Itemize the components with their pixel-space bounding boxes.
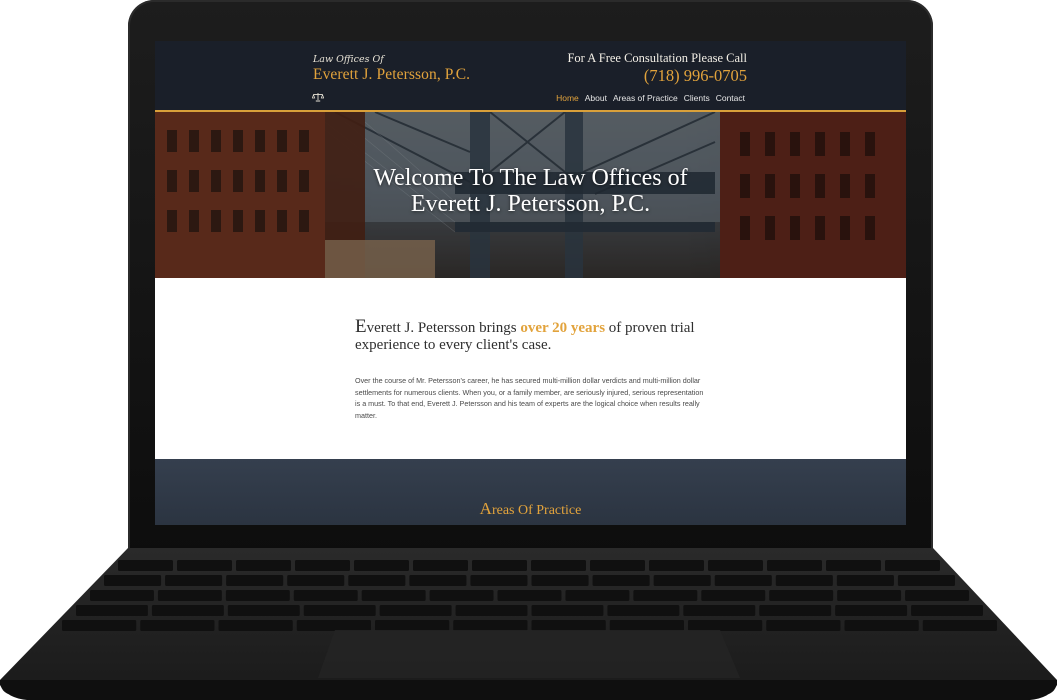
keyboard-key: [844, 620, 919, 631]
phone-number-link[interactable]: (718) 996-0705: [644, 66, 747, 86]
keyboard-key: [354, 560, 409, 571]
keyboard-key: [766, 620, 841, 631]
keyboard-key: [177, 560, 232, 571]
areas-of-practice-section: Areas Of Practice: [155, 459, 906, 525]
consultation-label: For A Free Consultation Please Call: [567, 51, 747, 65]
scales-icon: [312, 93, 324, 102]
keyboard-key: [497, 590, 562, 601]
intro-heading-text: verett J. Petersson brings: [366, 320, 521, 336]
keyboard-key: [287, 575, 345, 586]
keyboard-key: [90, 590, 154, 601]
keyboard-key: [607, 605, 680, 616]
keyboard-key: [375, 620, 450, 631]
keyboard-key: [361, 590, 426, 601]
keyboard-key: [531, 605, 604, 616]
keyboard-key: [296, 620, 371, 631]
keyboard-key: [295, 560, 350, 571]
keyboard-key: [775, 575, 833, 586]
keyboard-key: [409, 575, 467, 586]
keyboard-key: [379, 605, 452, 616]
keyboard-key: [227, 605, 300, 616]
areas-title-initial: A: [479, 499, 492, 518]
keyboard-key: [633, 590, 698, 601]
keyboard-key: [470, 575, 528, 586]
browser-viewport: Law Offices Of Everett J. Petersson, P.C…: [155, 41, 906, 525]
keyboard-key: [769, 590, 834, 601]
keyboard-key: [226, 575, 284, 586]
keyboard-key: [911, 605, 983, 616]
keyboard-key: [531, 620, 606, 631]
keyboard-key: [767, 560, 822, 571]
keyboard-key: [429, 590, 494, 601]
keyboard-key: [649, 560, 704, 571]
intro-heading: Everett J. Petersson brings over 20 year…: [355, 316, 715, 354]
keyboard-key: [236, 560, 291, 571]
areas-of-practice-title: Areas Of Practice: [155, 499, 906, 519]
keyboard-key: [531, 575, 589, 586]
keyboard-key: [922, 620, 997, 631]
keyboard-key: [140, 620, 215, 631]
keyboard-key: [885, 560, 940, 571]
keyboard-key: [455, 605, 528, 616]
nav-about[interactable]: About: [585, 93, 607, 103]
keyboard-key: [905, 590, 969, 601]
intro-paragraph: Over the course of Mr. Petersson's caree…: [355, 376, 704, 420]
keyboard-key: [592, 575, 650, 586]
keyboard-key: [531, 560, 586, 571]
nav-clients[interactable]: Clients: [684, 93, 710, 103]
keyboard-key: [897, 575, 955, 586]
keyboard-key: [151, 605, 224, 616]
nav-contact[interactable]: Contact: [716, 93, 745, 103]
logo-tagline[interactable]: Law Offices Of: [313, 54, 384, 65]
intro-heading-initial: E: [355, 316, 367, 337]
areas-title-text: reas Of Practice: [491, 503, 582, 518]
keyboard-key: [590, 560, 645, 571]
keyboard-key: [759, 605, 832, 616]
keyboard-key: [565, 590, 630, 601]
keyboard-key: [348, 575, 406, 586]
intro-section: Everett J. Petersson brings over 20 year…: [155, 278, 906, 459]
keyboard-key: [293, 590, 358, 601]
keyboard-key: [165, 575, 223, 586]
keyboard-key: [701, 590, 766, 601]
keyboard-key: [104, 575, 162, 586]
keyboard-key: [714, 575, 772, 586]
keyboard-key: [413, 560, 468, 571]
keyboard-key: [609, 620, 684, 631]
keyboard-key: [118, 560, 173, 571]
hero-banner: Welcome To The Law Offices of Everett J.…: [155, 112, 906, 278]
keyboard-key: [303, 605, 376, 616]
keyboard-key: [683, 605, 756, 616]
keyboard-key: [225, 590, 290, 601]
keyboard-key: [453, 620, 528, 631]
keyboard-key: [472, 560, 527, 571]
nav-areas-of-practice[interactable]: Areas of Practice: [613, 93, 678, 103]
nav-home[interactable]: Home: [556, 93, 579, 103]
keyboard-key: [62, 620, 137, 631]
keyboard-key: [826, 560, 881, 571]
keyboard-key: [835, 605, 908, 616]
keyboard-key: [157, 590, 222, 601]
hero-title-line1: Welcome To The Law Offices of: [373, 165, 688, 191]
keyboard-key: [653, 575, 711, 586]
keyboard-key: [837, 590, 902, 601]
keyboard-key: [688, 620, 763, 631]
keyboard-key: [836, 575, 894, 586]
keyboard-key: [76, 605, 148, 616]
main-nav: Home About Areas of Practice Clients Con…: [556, 93, 745, 103]
keyboard-key: [218, 620, 293, 631]
laptop-keyboard-base: [0, 548, 1057, 700]
logo-firm-name[interactable]: Everett J. Petersson, P.C.: [313, 66, 470, 84]
intro-heading-highlight: over 20 years: [520, 320, 606, 336]
site-header: Law Offices Of Everett J. Petersson, P.C…: [155, 41, 906, 112]
keyboard-key: [708, 560, 763, 571]
hero-title-line2: Everett J. Petersson, P.C.: [410, 191, 651, 217]
hero-title: Welcome To The Law Offices of Everett J.…: [155, 165, 906, 217]
